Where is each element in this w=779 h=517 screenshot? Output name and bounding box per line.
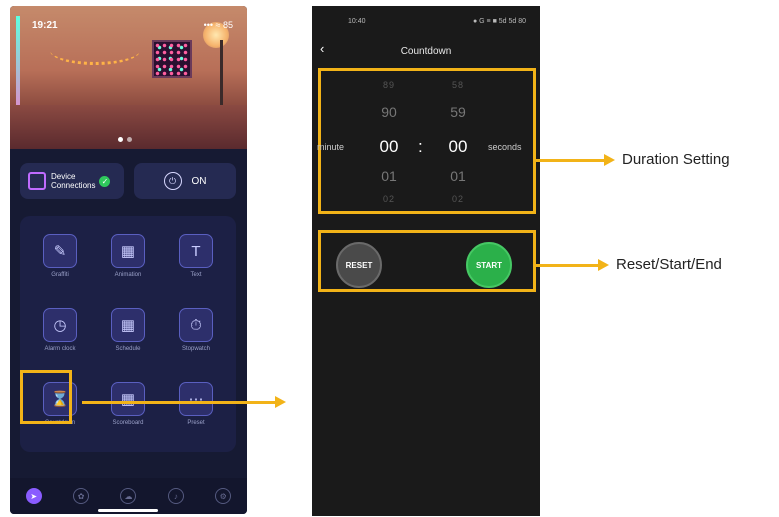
duration-arrow-line: [536, 159, 606, 162]
power-label: ON: [191, 175, 207, 187]
start-button[interactable]: START: [466, 242, 512, 288]
scoreboard-icon: ▦: [111, 382, 145, 416]
seconds-label: seconds: [488, 142, 522, 152]
brush-icon: ✎: [43, 234, 77, 268]
status-time: 10:40: [348, 18, 366, 25]
tile-label: Graffiti: [51, 272, 69, 278]
palette-icon[interactable]: ✿: [73, 488, 90, 504]
seconds-selected-value[interactable]: 00: [438, 137, 478, 157]
minute-wheel-item[interactable]: 90: [369, 104, 409, 120]
tile-text[interactable]: T Text: [170, 234, 222, 278]
device-connections-label: Device Connections: [51, 172, 96, 190]
calendar-icon: ▦: [111, 308, 145, 342]
tile-scoreboard[interactable]: ▦ Scoreboard: [102, 382, 154, 426]
home-indicator: [98, 509, 158, 512]
minute-wheel-item[interactable]: 01: [369, 168, 409, 184]
minute-label: minute: [317, 142, 345, 152]
tile-animation[interactable]: ▦ Animation: [102, 234, 154, 278]
countdown-screen-phone: 10:40 ● G ≡ ■ 5d 5d 80 ‹ Countdown 89 90…: [312, 6, 540, 516]
text-icon: T: [179, 234, 213, 268]
home-screen-phone: 19:21 ••• ≈ 85 Device Connections ✓ ⏻ ON…: [10, 6, 247, 514]
power-button[interactable]: ⏻ ON: [134, 163, 236, 199]
cloud-icon[interactable]: ☁: [120, 488, 137, 504]
status-time: 19:21: [32, 20, 58, 31]
tile-label: Alarm clock: [44, 346, 76, 352]
tile-schedule[interactable]: ▦ Schedule: [102, 308, 154, 352]
status-icons: ••• ≈ 85: [203, 20, 233, 30]
carousel-dots[interactable]: [118, 137, 132, 142]
power-icon: ⏻: [163, 172, 182, 190]
tile-label: Stopwatch: [181, 346, 211, 352]
page-title: Countdown: [400, 46, 452, 57]
device-connections-button[interactable]: Device Connections ✓: [20, 163, 124, 199]
sofa-decoration: [10, 105, 247, 149]
tile-alarm-clock[interactable]: ◷ Alarm clock: [34, 308, 86, 352]
compass-icon[interactable]: ➤: [25, 488, 42, 504]
connected-check-icon: ✓: [99, 175, 111, 187]
preset-icon: ⋯: [179, 382, 213, 416]
tile-preset[interactable]: ⋯ Preset: [170, 382, 222, 426]
seconds-wheel-item[interactable]: 02: [438, 194, 478, 204]
seconds-wheel-item[interactable]: 59: [438, 104, 478, 120]
countdown-highlight-box: [20, 370, 72, 424]
status-icons: ● G ≡ ■ 5d 5d 80: [472, 18, 526, 25]
tile-label: Animation: [114, 272, 142, 278]
tile-stopwatch[interactable]: ⏱ Stopwatch: [170, 308, 222, 352]
time-separator: :: [418, 137, 423, 156]
duration-highlight-box: [318, 68, 536, 214]
reset-button[interactable]: RESET: [336, 242, 382, 288]
tile-label: Preset: [187, 420, 205, 426]
tile-graffiti[interactable]: ✎ Graffiti: [34, 234, 86, 278]
seconds-wheel-item[interactable]: 58: [438, 80, 478, 90]
connector-arrow-line: [82, 401, 277, 404]
minute-selected-value[interactable]: 00: [369, 137, 409, 157]
settings-icon[interactable]: ⚙: [215, 488, 232, 504]
device-icon: [28, 172, 46, 190]
duration-setting-callout: Duration Setting: [622, 151, 730, 168]
tile-label: Scoreboard: [112, 420, 144, 426]
music-icon[interactable]: ♪: [167, 488, 184, 504]
buttons-arrow-head: [598, 259, 609, 271]
minute-wheel-item[interactable]: 02: [369, 194, 409, 204]
animation-icon: ▦: [111, 234, 145, 268]
tile-label: Schedule: [115, 346, 141, 352]
stopwatch-icon: ⏱: [179, 308, 213, 342]
tile-label: Text: [190, 272, 202, 278]
minute-wheel-item[interactable]: 89: [369, 80, 409, 90]
alarm-clock-icon: ◷: [43, 308, 77, 342]
buttons-arrow-line: [536, 264, 600, 267]
seconds-wheel-item[interactable]: 01: [438, 168, 478, 184]
duration-arrow-head: [604, 154, 615, 166]
connector-arrow-head: [275, 396, 286, 408]
reset-start-end-callout: Reset/Start/End: [616, 256, 722, 273]
garland-decoration: [50, 36, 140, 65]
pixel-panel-device: [152, 40, 192, 78]
